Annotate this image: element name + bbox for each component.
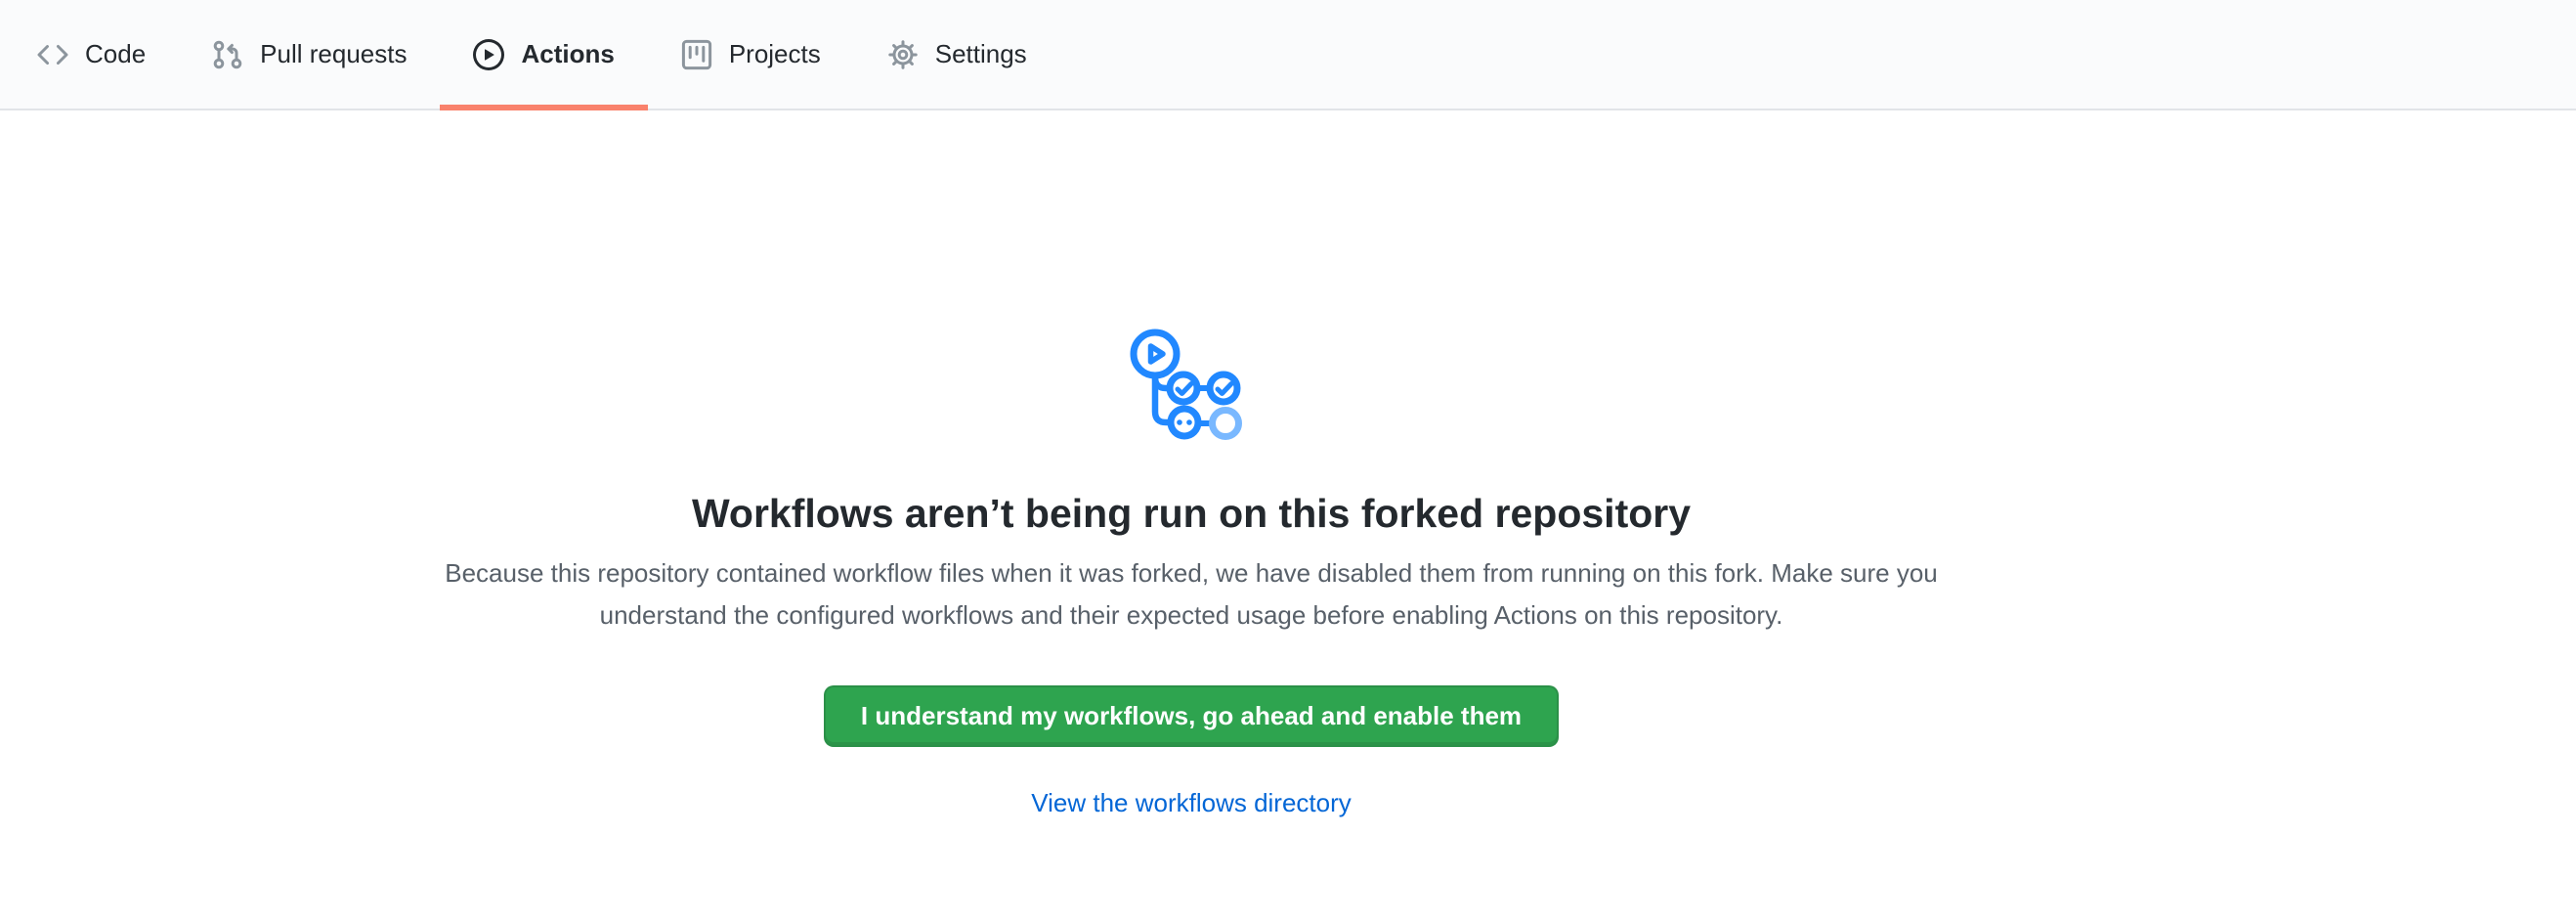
repo-tab-bar: Code Pull requests Actions xyxy=(0,0,2576,110)
play-icon xyxy=(473,39,504,70)
tab-actions[interactable]: Actions xyxy=(440,0,647,109)
workflow-graph-icon xyxy=(1123,323,1260,450)
pull-request-icon xyxy=(212,39,243,70)
tab-pull-requests[interactable]: Pull requests xyxy=(179,0,440,109)
page-title: Workflows aren’t being run on this forke… xyxy=(0,488,2383,540)
tab-actions-label: Actions xyxy=(521,39,614,69)
tab-pull-requests-label: Pull requests xyxy=(260,39,407,69)
project-icon xyxy=(681,39,712,70)
tab-projects-label: Projects xyxy=(729,39,821,69)
enable-workflows-button[interactable]: I understand my workflows, go ahead and … xyxy=(824,685,1559,747)
actions-blankslate: Workflows aren’t being run on this forke… xyxy=(0,110,2383,822)
tab-code-label: Code xyxy=(85,39,146,69)
gear-icon xyxy=(887,39,919,70)
blankslate-description: Because this repository contained workfl… xyxy=(395,552,1988,637)
view-workflows-directory-link[interactable]: View the workflows directory xyxy=(1031,788,1352,817)
tab-code[interactable]: Code xyxy=(4,0,179,109)
code-icon xyxy=(37,39,68,70)
tab-settings[interactable]: Settings xyxy=(854,0,1060,109)
tab-settings-label: Settings xyxy=(935,39,1027,69)
tab-projects[interactable]: Projects xyxy=(648,0,854,109)
